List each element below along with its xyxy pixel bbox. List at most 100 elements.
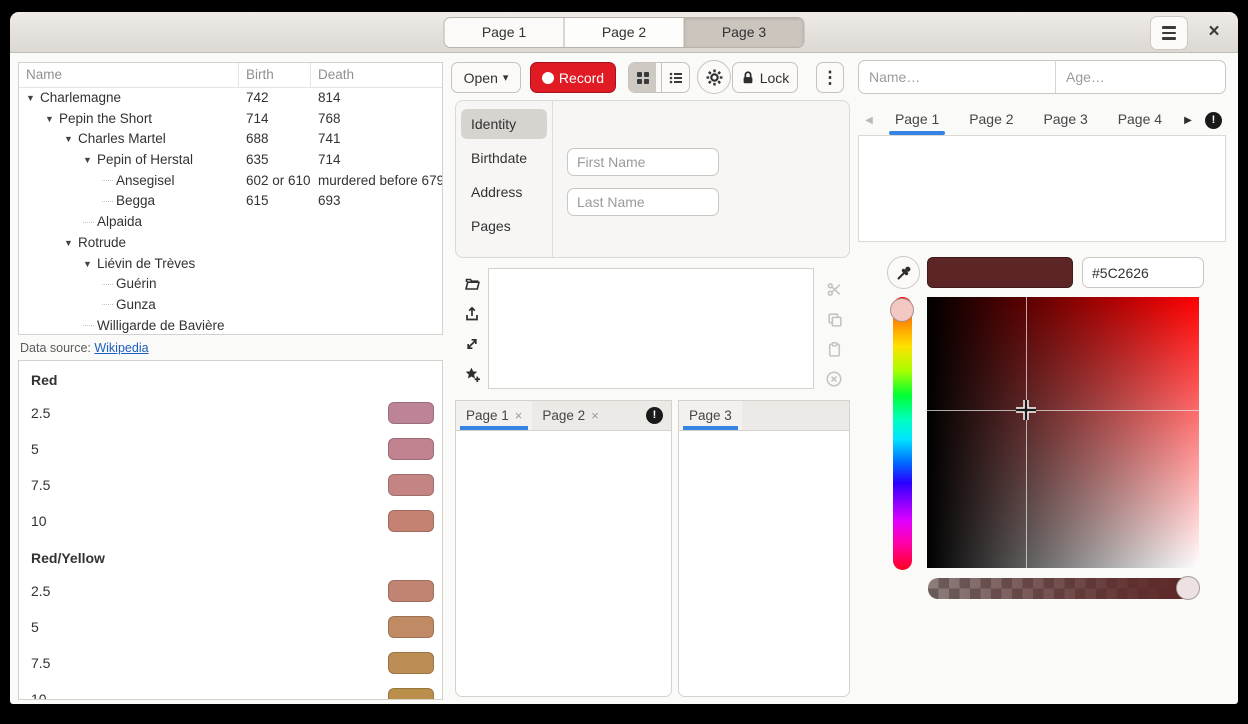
cut-button[interactable] bbox=[820, 275, 848, 303]
tree-row[interactable]: ▼Liévin de Trèves bbox=[19, 254, 442, 275]
form-sidebar-item-address[interactable]: Address bbox=[461, 177, 547, 207]
lock-button[interactable]: Lock bbox=[732, 62, 798, 93]
expander-icon[interactable]: ▼ bbox=[64, 129, 78, 150]
color-list-item[interactable]: 10 bbox=[19, 681, 442, 700]
tree-col-birth[interactable]: Birth bbox=[239, 63, 311, 87]
last-name-field[interactable] bbox=[567, 188, 719, 216]
list-icon bbox=[668, 70, 684, 86]
expander-icon[interactable]: ▼ bbox=[45, 109, 59, 130]
alpha-slider[interactable] bbox=[928, 578, 1198, 599]
tree-cell-name: Begga bbox=[19, 191, 239, 212]
tree-row[interactable]: ▼Charles Martel688741 bbox=[19, 129, 442, 150]
color-list-item[interactable]: 10 bbox=[19, 503, 442, 539]
grid-icon bbox=[635, 70, 651, 86]
text-area[interactable] bbox=[488, 268, 814, 389]
expander-icon[interactable]: ▼ bbox=[83, 150, 97, 171]
right-tab-page-4[interactable]: Page 4 bbox=[1103, 105, 1177, 135]
form-sidebar-item-pages[interactable]: Pages bbox=[461, 211, 547, 241]
header-tab-page-2[interactable]: Page 2 bbox=[565, 18, 685, 47]
header-tab-page-3[interactable]: Page 3 bbox=[685, 18, 804, 47]
record-button[interactable]: Record bbox=[530, 62, 616, 93]
fullscreen-button[interactable] bbox=[458, 330, 486, 358]
tree-name-label: Gunza bbox=[116, 297, 156, 312]
paste-button[interactable] bbox=[820, 335, 848, 363]
color-list-item[interactable]: 2.5 bbox=[19, 395, 442, 431]
tree-cell-birth bbox=[239, 212, 311, 233]
right-tab-page-1[interactable]: Page 1 bbox=[880, 105, 954, 135]
tree-row[interactable]: ▼Pepin the Short714768 bbox=[19, 109, 442, 130]
notebook-tab-page-1[interactable]: Page 1× bbox=[456, 401, 532, 430]
notebook-right: Page 3 bbox=[678, 400, 850, 697]
tab-close-icon[interactable]: × bbox=[515, 408, 523, 423]
right-tab-page-2[interactable]: Page 2 bbox=[954, 105, 1028, 135]
hamburger-menu-button[interactable] bbox=[1150, 16, 1188, 50]
tree-name-label: Guérin bbox=[116, 276, 157, 291]
overflow-menu-button[interactable]: ⋮ bbox=[816, 62, 844, 93]
notebook-tab-page-3[interactable]: Page 3 bbox=[679, 401, 742, 430]
first-name-field[interactable] bbox=[567, 148, 719, 176]
tree-cell-birth: 688 bbox=[239, 129, 311, 150]
tab-warning-icon[interactable]: ! bbox=[646, 407, 663, 424]
color-item-swatch bbox=[388, 438, 434, 460]
tab-close-icon[interactable]: × bbox=[591, 408, 599, 423]
age-input[interactable] bbox=[1056, 61, 1238, 93]
color-item-label: 10 bbox=[31, 513, 47, 529]
hue-slider[interactable] bbox=[893, 297, 912, 570]
tree-row[interactable]: Begga615693 bbox=[19, 191, 442, 212]
eyedropper-button[interactable] bbox=[887, 256, 920, 289]
tree-col-death[interactable]: Death bbox=[311, 63, 442, 87]
form-sidebar-item-birthdate[interactable]: Birthdate bbox=[461, 143, 547, 173]
wikipedia-link[interactable]: Wikipedia bbox=[94, 341, 148, 355]
window-close-button[interactable]: × bbox=[1200, 18, 1228, 46]
copy-button[interactable] bbox=[820, 305, 848, 333]
open-file-button[interactable] bbox=[458, 270, 486, 298]
tabs-prev-arrow[interactable]: ◀ bbox=[858, 115, 880, 126]
tree-name-label: Charlemagne bbox=[40, 90, 121, 105]
expander-icon[interactable]: ▼ bbox=[83, 254, 97, 275]
share-button[interactable] bbox=[458, 300, 486, 328]
notebook-tab-page-2[interactable]: Page 2× bbox=[532, 401, 608, 430]
record-icon bbox=[542, 72, 554, 84]
name-input[interactable] bbox=[859, 61, 1056, 93]
color-list-item[interactable]: 5 bbox=[19, 431, 442, 467]
expander-icon[interactable]: ▼ bbox=[26, 88, 40, 109]
tree-row[interactable]: ▼Pepin of Herstal635714 bbox=[19, 150, 442, 171]
hex-color-input[interactable] bbox=[1082, 257, 1204, 288]
gear-icon bbox=[706, 69, 723, 86]
right-warning-icon[interactable]: ! bbox=[1205, 112, 1222, 129]
hamburger-icon bbox=[1162, 26, 1176, 28]
expander-icon[interactable]: ▼ bbox=[64, 233, 78, 254]
alpha-slider-handle[interactable] bbox=[1176, 576, 1200, 600]
tree-row[interactable]: Guérin bbox=[19, 274, 442, 295]
tree-row[interactable]: Willigarde de Bavière bbox=[19, 316, 442, 337]
dropdown-arrow-icon: ▾ bbox=[503, 71, 509, 84]
color-list-item[interactable]: 7.5 bbox=[19, 645, 442, 681]
color-list-item[interactable]: 7.5 bbox=[19, 467, 442, 503]
tree-row[interactable]: Alpaida bbox=[19, 212, 442, 233]
tree-cell-name: Guérin bbox=[19, 274, 239, 295]
open-button[interactable]: Open ▾ bbox=[451, 62, 521, 93]
delete-button[interactable] bbox=[820, 365, 848, 393]
color-list-item[interactable]: 2.5 bbox=[19, 573, 442, 609]
color-item-label: 7.5 bbox=[31, 477, 50, 493]
hue-slider-handle[interactable] bbox=[890, 298, 914, 322]
tree-row[interactable]: Ansegisel602 or 610murdered before 679 bbox=[19, 171, 442, 192]
tabs-next-arrow[interactable]: ▶ bbox=[1177, 115, 1199, 126]
list-view-button[interactable] bbox=[661, 63, 689, 92]
form-sidebar-item-identity[interactable]: Identity bbox=[461, 109, 547, 139]
right-tab-page-3[interactable]: Page 3 bbox=[1029, 105, 1103, 135]
tree-row[interactable]: Gunza bbox=[19, 295, 442, 316]
tree-leaf-line bbox=[102, 284, 113, 286]
tree-header-row: Name Birth Death bbox=[19, 63, 442, 88]
tree-col-name[interactable]: Name bbox=[19, 63, 239, 87]
tree-row[interactable]: ▼Charlemagne742814 bbox=[19, 88, 442, 109]
color-list-item[interactable]: 5 bbox=[19, 609, 442, 645]
star-new-button[interactable] bbox=[458, 360, 486, 388]
header-tab-page-1[interactable]: Page 1 bbox=[445, 18, 565, 47]
grid-view-button[interactable] bbox=[629, 63, 656, 92]
saturation-value-plane[interactable] bbox=[927, 297, 1199, 568]
settings-button[interactable] bbox=[697, 60, 731, 94]
tree-row[interactable]: ▼Rotrude bbox=[19, 233, 442, 254]
current-color-swatch bbox=[927, 257, 1073, 288]
crosshair-cursor[interactable] bbox=[1014, 398, 1038, 422]
